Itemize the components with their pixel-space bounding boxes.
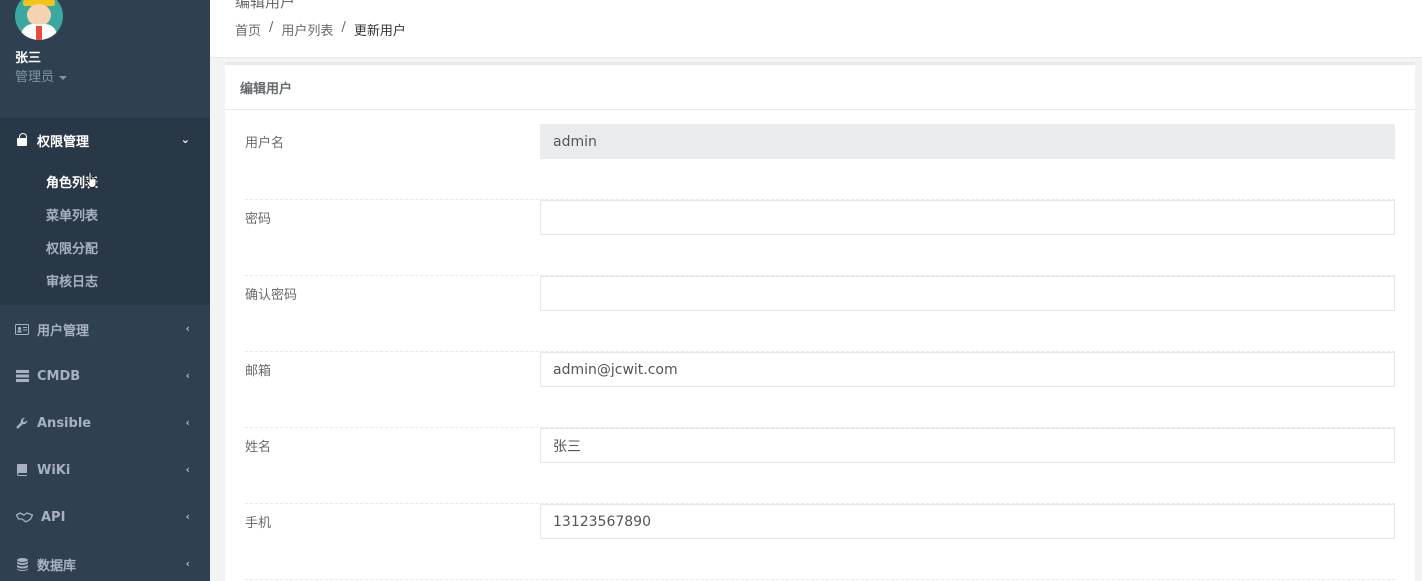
hand-cursor-icon	[86, 172, 97, 188]
username-field[interactable]	[540, 124, 1395, 159]
user-profile: 张三 管理员	[15, 0, 205, 100]
form-row-confirm-password: 确认密码	[245, 276, 1395, 352]
nav-item-database[interactable]: 数据库 ‹	[0, 544, 210, 581]
confirm-password-field[interactable]	[540, 276, 1395, 311]
nav-item-label: API	[41, 509, 66, 525]
nav-item-label: 权限管理	[37, 134, 90, 150]
form-row-email: 邮箱	[245, 352, 1395, 428]
phone-label: 手机	[245, 516, 272, 531]
nav-item-api[interactable]: API ‹	[0, 497, 210, 537]
chevron-down-icon: ⌄	[180, 133, 190, 146]
sub-item-menu-list[interactable]: 菜单列表	[46, 205, 98, 225]
avatar[interactable]	[15, 0, 63, 40]
book-icon	[15, 463, 29, 477]
breadcrumb: 首页 / 用户列表 / 更新用户	[235, 20, 406, 39]
page-heading: 编辑用户 首页 / 用户列表 / 更新用户	[210, 0, 1422, 58]
nav-item-label: 用户管理	[37, 323, 90, 339]
password-field[interactable]	[540, 200, 1395, 235]
form-row-password: 密码	[245, 200, 1395, 276]
breadcrumb-home[interactable]: 首页	[235, 20, 261, 39]
sub-item-audit-log[interactable]: 审核日志	[46, 271, 98, 291]
chevron-left-icon: ‹	[185, 416, 190, 429]
phone-field[interactable]	[540, 504, 1395, 539]
nav-item-label: Ansible	[37, 415, 92, 431]
chevron-left-icon: ‹	[185, 322, 190, 335]
profile-role-label: 管理员	[15, 70, 55, 85]
username-label: 用户名	[245, 136, 285, 151]
email-label: 邮箱	[245, 364, 272, 379]
form-row-phone: 手机	[245, 504, 1395, 580]
database-icon	[15, 557, 29, 571]
caret-down-icon	[59, 75, 68, 80]
page-title: 编辑用户	[235, 0, 296, 11]
main-content: 编辑用户 首页 / 用户列表 / 更新用户 编辑用户 用户名 密码 确认密码 邮…	[210, 0, 1422, 581]
profile-name: 张三	[15, 51, 42, 66]
nav-item-wiki[interactable]: WiKi ‹	[0, 450, 210, 490]
confirm-password-label: 确认密码	[245, 288, 298, 303]
nav-item-label: CMDB	[37, 368, 81, 384]
edit-user-panel: 编辑用户 用户名 密码 确认密码 邮箱 姓名 手机	[225, 62, 1415, 581]
nav-item-user-management[interactable]: 用户管理 ‹	[0, 309, 210, 349]
breadcrumb-user-list[interactable]: 用户列表	[281, 20, 333, 39]
lock-icon	[15, 133, 29, 147]
breadcrumb-separator: /	[341, 20, 346, 35]
chevron-left-icon: ‹	[185, 510, 190, 523]
panel-title: 编辑用户	[240, 82, 293, 97]
email-field[interactable]	[540, 352, 1395, 387]
sub-item-permission-assign[interactable]: 权限分配	[46, 238, 98, 258]
breadcrumb-current: 更新用户	[353, 24, 406, 39]
chevron-left-icon: ‹	[185, 557, 190, 570]
nav-item-ansible[interactable]: Ansible ‹	[0, 403, 210, 443]
wrench-icon	[15, 416, 29, 430]
nav-item-label: 数据库	[37, 558, 77, 574]
nav-item-label: WiKi	[37, 462, 71, 478]
form-row-fullname: 姓名	[245, 428, 1395, 504]
nav-item-cmdb[interactable]: CMDB ‹	[0, 356, 210, 396]
sidebar: 张三 管理员 权限管理 ⌄ 角色列表 菜单列表 权限分配 审核日志 用户管理 ‹…	[0, 0, 210, 581]
id-card-icon	[15, 322, 29, 336]
breadcrumb-separator: /	[269, 20, 274, 35]
profile-role-dropdown[interactable]: 管理员	[15, 66, 68, 85]
panel-header: 编辑用户	[225, 65, 1415, 110]
form-row-username: 用户名	[245, 124, 1395, 200]
chevron-left-icon: ‹	[185, 369, 190, 382]
fullname-field[interactable]	[540, 428, 1395, 463]
fullname-label: 姓名	[245, 440, 272, 455]
chevron-left-icon: ‹	[185, 463, 190, 476]
server-icon	[15, 369, 29, 383]
handshake-icon	[15, 510, 33, 524]
password-label: 密码	[245, 212, 272, 227]
nav-item-permission[interactable]: 权限管理 ⌄	[0, 120, 210, 160]
